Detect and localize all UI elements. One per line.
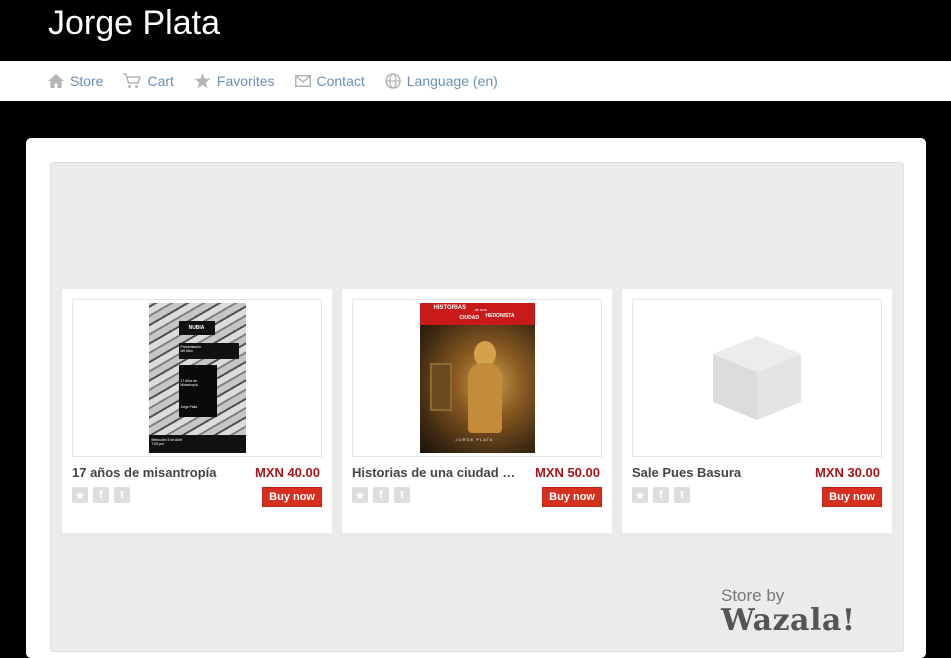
twitter-icon[interactable]: t [674, 487, 690, 503]
product-price: MXN 40.00 [254, 465, 320, 480]
facebook-icon[interactable]: f [653, 487, 669, 503]
favorite-star-icon[interactable]: ★ [352, 487, 368, 503]
share-icons: ★ f t [72, 487, 135, 503]
nav-item-label: Favorites [216, 73, 275, 89]
product-price: MXN 30.00 [814, 465, 880, 480]
store-container: NUBIA Presentación del libro 17 Años de … [26, 138, 926, 658]
product-grid: NUBIA Presentación del libro 17 Años de … [50, 162, 904, 652]
poster-footer: Miércoles 5 de Abril 7:00 pm [148, 435, 246, 453]
placeholder-box-icon [713, 336, 801, 420]
twitter-icon[interactable]: t [114, 487, 130, 503]
product-image[interactable]: HISTORIAS de una CIUDAD HEDONISTA JORGE … [352, 299, 602, 457]
poster-line2: del libro [180, 349, 193, 353]
poster-book-title: 17 Años de Misantropía [180, 379, 198, 387]
product-card: HISTORIAS de una CIUDAD HEDONISTA JORGE … [342, 289, 612, 533]
poster-brand: NUBIA [178, 321, 215, 335]
nav-item-contact[interactable]: Contact [294, 73, 365, 89]
cover-author: JORGE PLATA [455, 437, 494, 442]
cover-line1: HISTORIAS [433, 305, 467, 311]
cover-line3: CIUDAD [459, 315, 479, 321]
mail-icon [294, 75, 311, 87]
nav-item-label: Cart [147, 73, 174, 89]
twitter-icon[interactable]: t [394, 487, 410, 503]
buy-now-button[interactable]: Buy now [542, 487, 602, 507]
event-poster: NUBIA Presentación del libro 17 Años de … [148, 303, 246, 453]
product-image[interactable] [632, 299, 882, 457]
wazala-logo[interactable]: Wazala! [721, 603, 856, 638]
nav-item-favorites[interactable]: Favorites [194, 73, 275, 89]
globe-icon [385, 73, 401, 89]
buy-now-button[interactable]: Buy now [262, 487, 322, 507]
favorite-star-icon[interactable]: ★ [632, 487, 648, 503]
nav-item-language[interactable]: Language (en) [385, 73, 498, 89]
product-title[interactable]: Historias de una ciudad h ... [352, 465, 520, 480]
home-icon [48, 74, 64, 88]
book-cover: HISTORIAS de una CIUDAD HEDONISTA JORGE … [419, 303, 535, 453]
cover-line2: de una [474, 307, 487, 312]
cover-line4: HEDONISTA [485, 313, 515, 319]
product-price: MXN 50.00 [534, 465, 600, 480]
poster-time: 7:00 pm [151, 442, 165, 446]
site-title[interactable]: Jorge Plata [48, 4, 220, 43]
favorite-star-icon[interactable]: ★ [72, 487, 88, 503]
nav-item-label: Store [70, 73, 104, 89]
nav-item-cart[interactable]: Cart [123, 73, 174, 89]
poster-subtitle: Presentación del libro [178, 343, 239, 359]
facebook-icon[interactable]: f [93, 487, 109, 503]
product-card: NUBIA Presentación del libro 17 Años de … [62, 289, 332, 533]
nav-bar: Store Cart Favorites Contact Language (e… [0, 61, 951, 101]
product-card: Sale Pues Basura MXN 30.00 ★ f t Buy now [622, 289, 892, 533]
nav-item-label: Language (en) [406, 73, 498, 89]
nav-item-label: Contact [316, 73, 365, 89]
product-title[interactable]: 17 años de misantropía [72, 465, 240, 480]
share-icons: ★ f t [632, 487, 695, 503]
product-image[interactable]: NUBIA Presentación del libro 17 Años de … [72, 299, 322, 457]
header: Jorge Plata [0, 0, 951, 61]
star-icon [194, 73, 211, 89]
buy-now-button[interactable]: Buy now [822, 487, 882, 507]
cart-icon [123, 73, 142, 88]
nav-item-store[interactable]: Store [48, 73, 103, 89]
product-title[interactable]: Sale Pues Basura [632, 465, 800, 480]
facebook-icon[interactable]: f [373, 487, 389, 503]
poster-book-box: 17 Años de Misantropía Jorge Plata [178, 365, 217, 417]
poster-author: Jorge Plata [180, 405, 198, 409]
share-icons: ★ f t [352, 487, 415, 503]
